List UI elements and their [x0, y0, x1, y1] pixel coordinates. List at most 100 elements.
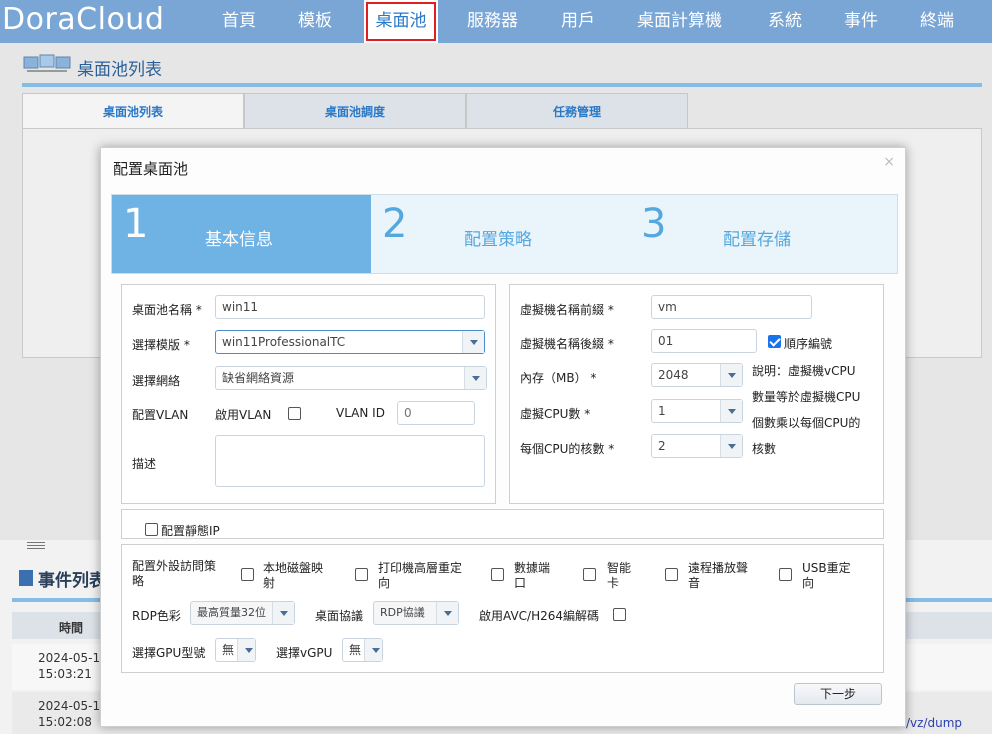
memory-label: 內存（MB） * — [520, 371, 597, 385]
rdp-color-select[interactable]: 最高質量32位 — [190, 601, 295, 625]
step-label: 配置存儲 — [723, 230, 791, 250]
smart-card-label: 智能 卡 — [607, 561, 631, 591]
step-storage[interactable]: 3 配置存儲 — [630, 195, 897, 273]
template-label: 選擇模版 * — [132, 338, 190, 352]
vlan-id-label: VLAN ID — [336, 406, 385, 420]
row-timestamp: 2024-05-1 15:02:08 — [38, 698, 100, 730]
nav-item-servers[interactable]: 服務器 — [467, 0, 518, 43]
step-number: 2 — [382, 201, 408, 247]
label-line: 卡 — [607, 576, 620, 590]
printer-redirect-checkbox[interactable] — [355, 568, 368, 581]
avc-checkbox[interactable] — [613, 608, 626, 621]
top-navbar: DoraCloud 首頁 模板 桌面池 服務器 用戶 桌面計算機 系統 事件 終… — [0, 0, 992, 43]
resize-grip-icon[interactable] — [27, 542, 45, 552]
nav-item-users[interactable]: 用戶 — [561, 0, 595, 43]
close-icon[interactable]: × — [883, 154, 895, 170]
vm-prefix-input[interactable] — [651, 295, 812, 319]
cores-select-value: 2 — [658, 439, 666, 453]
step-number: 3 — [641, 201, 667, 247]
nav-item-terminals[interactable]: 終端 — [920, 0, 954, 43]
vcpu-note: 說明：虛擬機vCPU 數量等於虛擬機CPU 個數乘以每個CPU的 核數 — [752, 358, 864, 462]
desktop-pool-icon — [23, 54, 71, 72]
vm-settings-panel: 虛擬機名稱前綴 * 虛擬機名稱後綴 * 順序編號 內存（MB） * 2048 虛… — [509, 284, 884, 504]
network-select-value: 缺省網絡資源 — [222, 371, 295, 385]
data-port-checkbox[interactable] — [491, 568, 504, 581]
tab-desktop-pool-schedule[interactable]: 桌面池調度 — [244, 93, 466, 129]
vcpu-select[interactable]: 1 — [651, 399, 743, 423]
sequential-numbering-checkbox[interactable] — [768, 335, 781, 348]
smart-card-checkbox[interactable] — [583, 568, 596, 581]
gpu-select[interactable]: 無 — [215, 638, 256, 662]
step-basic-info[interactable]: 1 基本信息 — [112, 195, 371, 273]
vcpu-note-line: 核數 — [752, 442, 777, 456]
row-date: 2024-05-1 — [38, 651, 101, 665]
usb-redirect-checkbox[interactable] — [779, 568, 792, 581]
vm-suffix-input[interactable] — [651, 329, 757, 353]
active-highlight-box — [366, 2, 436, 41]
description-textarea[interactable] — [215, 435, 485, 487]
document-icon — [19, 570, 33, 586]
sequential-numbering-label: 順序編號 — [784, 337, 833, 351]
device-policy-label-line: 略 — [132, 574, 145, 588]
local-disk-mapping-checkbox[interactable] — [241, 568, 254, 581]
gpu-label: 選擇GPU型號 — [132, 646, 206, 660]
step-label: 基本信息 — [205, 230, 273, 250]
label-line: 智能 — [607, 561, 632, 575]
protocol-label: 桌面協議 — [315, 609, 364, 623]
memory-select-value: 2048 — [658, 368, 689, 382]
nav-item-system[interactable]: 系統 — [768, 0, 802, 43]
chevron-down-icon — [272, 602, 294, 624]
row-time: 15:03:21 — [38, 667, 92, 681]
memory-select[interactable]: 2048 — [651, 363, 743, 387]
label-line: 音 — [688, 576, 701, 590]
title-divider — [22, 83, 982, 87]
static-ip-label: 配置靜態IP — [161, 524, 220, 538]
gpu-select-value: 無 — [222, 643, 235, 657]
nav-item-desktop-pool[interactable]: 桌面池 — [364, 0, 438, 43]
label-line: USB重定 — [802, 561, 851, 575]
nav-item-desktop-computers[interactable]: 桌面計算機 — [637, 0, 722, 43]
label-line: 射 — [263, 576, 276, 590]
vcpu-label: 虛擬CPU數 * — [520, 407, 591, 421]
rdp-color-select-value: 最高質量32位 — [197, 606, 266, 619]
step-policy[interactable]: 2 配置策略 — [371, 195, 630, 273]
label-line: 本地磁盤映 — [263, 561, 324, 575]
tab-task-management[interactable]: 任務管理 — [466, 93, 688, 129]
row-date: 2024-05-1 — [38, 699, 101, 713]
device-policy-label: 配置外設訪問策 略 — [132, 559, 216, 589]
pool-name-input[interactable] — [215, 295, 485, 319]
chevron-down-icon — [464, 367, 486, 389]
tab-desktop-pool-list[interactable]: 桌面池列表 — [22, 93, 244, 129]
remote-audio-checkbox[interactable] — [665, 568, 678, 581]
vgpu-select-value: 無 — [349, 643, 362, 657]
nav-item-templates[interactable]: 模板 — [298, 0, 332, 43]
label-line: 遠程播放聲 — [688, 561, 749, 575]
chevron-down-icon — [720, 364, 742, 386]
nav-item-events[interactable]: 事件 — [844, 0, 878, 43]
label-line: 向 — [378, 576, 391, 590]
description-label: 描述 — [132, 457, 157, 471]
events-title: 事件列表 — [38, 571, 106, 591]
data-port-label: 數據端 口 — [514, 561, 550, 591]
vlan-id-input[interactable] — [397, 401, 475, 425]
column-header-time: 時間 — [59, 621, 84, 635]
row-time: 15:02:08 — [38, 715, 92, 729]
vgpu-select[interactable]: 無 — [342, 638, 383, 662]
tab-bar: 桌面池列表 桌面池調度 任務管理 — [22, 93, 982, 129]
event-detail-link[interactable]: /vz/dump — [906, 716, 962, 730]
cores-select[interactable]: 2 — [651, 434, 743, 458]
nav-item-home[interactable]: 首頁 — [222, 0, 256, 43]
protocol-select[interactable]: RDP協議 — [373, 601, 459, 625]
rdp-color-label: RDP色彩 — [132, 609, 181, 623]
vcpu-note-line: 說明：虛擬機vCPU — [752, 364, 856, 378]
network-select[interactable]: 缺省網絡資源 — [215, 366, 487, 390]
next-step-button[interactable]: 下一步 — [794, 683, 882, 705]
step-label: 配置策略 — [464, 230, 532, 250]
vgpu-label: 選擇vGPU — [276, 646, 333, 660]
template-select[interactable]: win11ProfessionalTC — [215, 330, 485, 354]
chevron-down-icon — [237, 639, 255, 661]
static-ip-checkbox[interactable] — [145, 523, 158, 536]
vlan-enable-checkbox[interactable] — [288, 407, 301, 420]
dialog-title: 配置桌面池 — [113, 160, 189, 178]
chevron-down-icon — [436, 602, 458, 624]
